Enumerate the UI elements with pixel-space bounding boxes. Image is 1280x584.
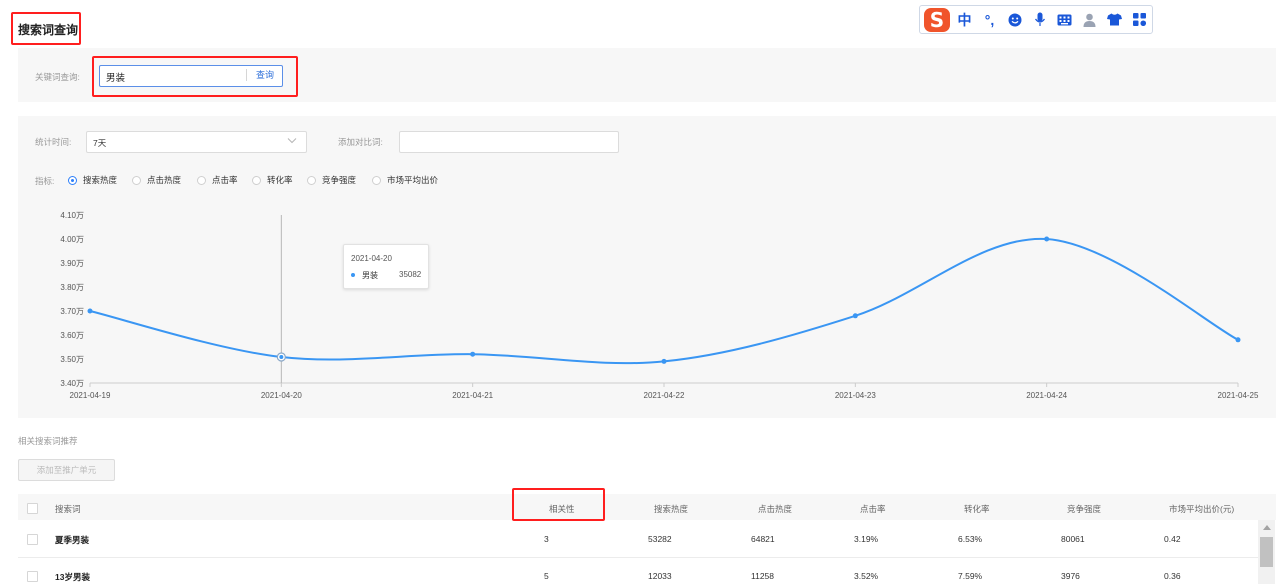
data-point: [661, 358, 667, 364]
table-cell-keyword: 13岁男装: [55, 572, 90, 582]
table-cell-avg-bid: 0.42: [1164, 534, 1181, 544]
table-cell-click-heat: 11258: [751, 571, 775, 581]
table-cell-conversion: 6.53%: [958, 534, 983, 544]
col-header-click-heat[interactable]: 点击热度: [758, 503, 792, 515]
y-tick-label: 3.80万: [60, 283, 84, 292]
add-to-unit-button[interactable]: 添加至推广单元: [18, 459, 115, 481]
x-tick-label: 2021-04-21: [452, 391, 493, 400]
tooltip-series-name: 男装: [362, 271, 378, 280]
col-header-keyword[interactable]: 搜索词: [55, 503, 81, 515]
y-tick-label: 4.10万: [60, 211, 84, 220]
y-tick-label: 3.70万: [60, 307, 84, 316]
col-header-avg-bid[interactable]: 市场平均出价(元): [1169, 503, 1234, 515]
table-cell-ctr: 3.19%: [854, 534, 879, 544]
trend-line-chart[interactable]: 3.40万 3.50万 3.60万 3.70万 3.80万 3.90万 4.00万 4.10万…: [0, 0, 1280, 420]
x-tick-label: 2021-04-24: [1026, 391, 1067, 400]
tooltip-series-marker: [351, 273, 355, 277]
table-cell-conversion: 7.59%: [958, 571, 983, 581]
table-cell-search-heat: 53282: [648, 534, 672, 544]
x-tick-label: 2021-04-23: [835, 391, 876, 400]
x-tick-label: 2021-04-25: [1218, 391, 1259, 400]
x-tick-label: 2021-04-20: [261, 391, 302, 400]
table-cell-avg-bid: 0.36: [1164, 571, 1181, 581]
table-cell-click-heat: 64821: [751, 534, 775, 544]
col-header-ctr[interactable]: 点击率: [860, 503, 886, 515]
scrollbar-thumb[interactable]: [1260, 537, 1273, 567]
data-point: [1235, 337, 1241, 343]
y-tick-label: 3.90万: [60, 259, 84, 268]
tooltip-value: 35082: [399, 270, 422, 279]
data-point: [852, 313, 858, 319]
table-cell-search-heat: 12033: [648, 571, 672, 581]
y-tick-label: 3.50万: [60, 355, 84, 364]
table-cell-relevance: 3: [544, 534, 549, 544]
col-header-search-heat[interactable]: 搜索热度: [654, 503, 688, 515]
series-line-男装: [89, 237, 1239, 365]
row-checkbox[interactable]: [27, 534, 38, 545]
row-checkbox[interactable]: [27, 571, 38, 582]
data-point: [470, 351, 476, 357]
relevance-highlight-box: [512, 488, 605, 521]
y-tick-label: 3.40万: [60, 379, 84, 388]
scroll-up-arrow-icon[interactable]: [1263, 525, 1271, 530]
y-tick-label: 4.00万: [60, 235, 84, 244]
table-cell-competition: 80061: [1061, 534, 1085, 544]
data-point: [87, 308, 93, 314]
chart-tooltip: [343, 244, 429, 289]
data-point: [1044, 236, 1050, 242]
select-all-checkbox[interactable]: [27, 503, 38, 514]
tooltip-date: 2021-04-20: [351, 254, 392, 263]
data-point: [279, 355, 284, 360]
y-tick-label: 3.60万: [60, 331, 84, 340]
table-cell-keyword: 夏季男装: [55, 535, 90, 545]
row-divider: [18, 557, 1258, 558]
col-header-competition[interactable]: 竞争强度: [1067, 503, 1101, 515]
table-cell-ctr: 3.52%: [854, 571, 879, 581]
table-cell-relevance: 5: [544, 571, 549, 581]
col-header-conversion[interactable]: 转化率: [964, 503, 990, 515]
related-section-title: 相关搜索词推荐: [18, 436, 78, 446]
table-cell-competition: 3976: [1061, 571, 1080, 581]
x-tick-label: 2021-04-19: [70, 391, 111, 400]
x-tick-label: 2021-04-22: [644, 391, 685, 400]
